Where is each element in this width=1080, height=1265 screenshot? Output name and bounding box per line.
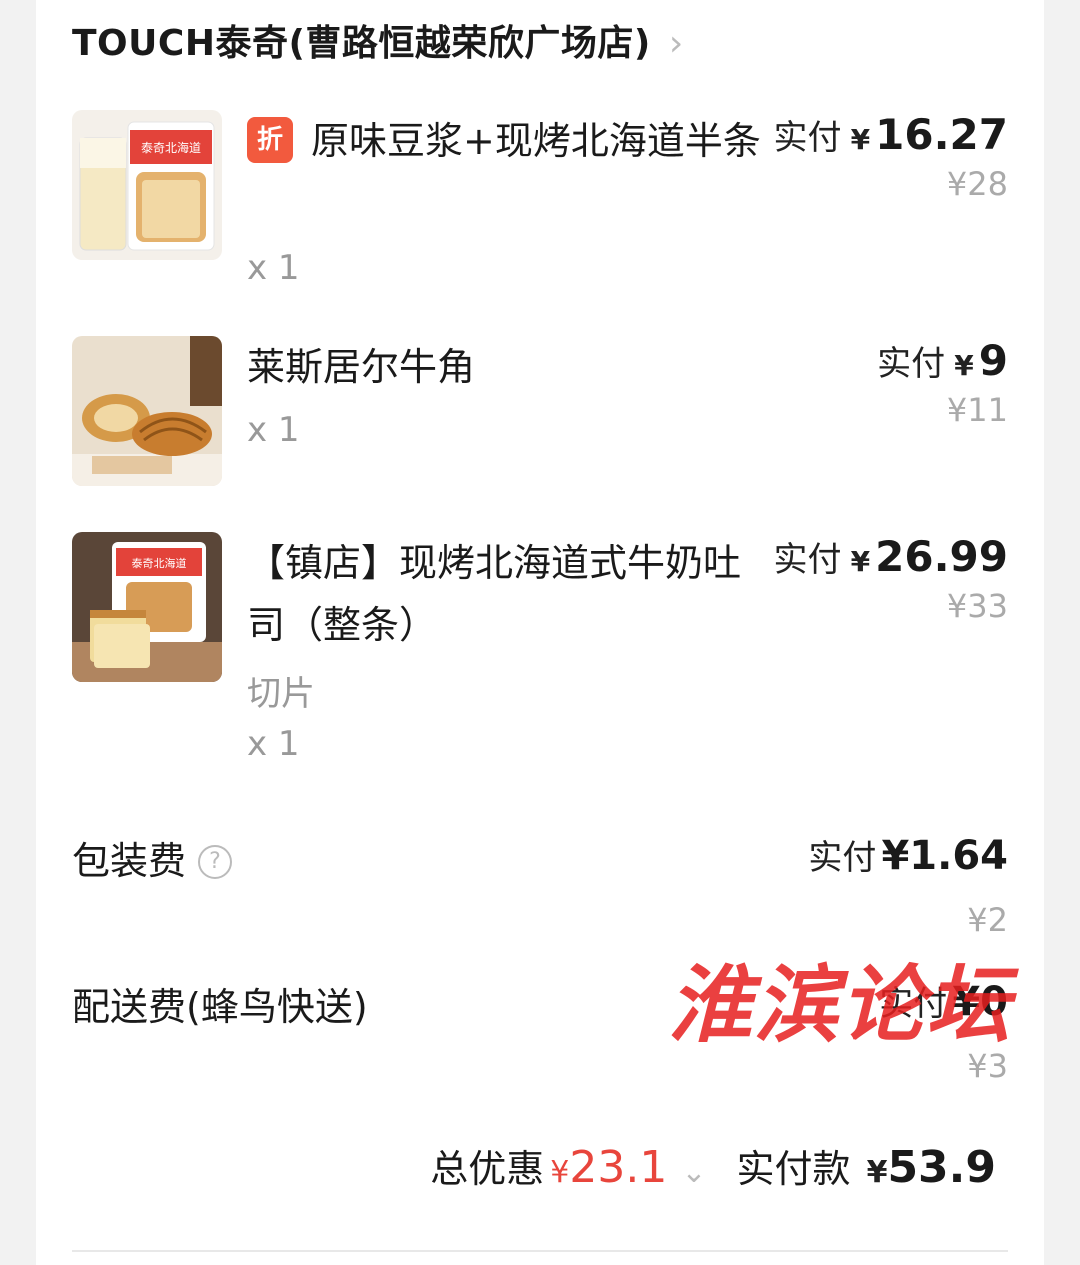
- paid-label: 实付: [808, 838, 877, 878]
- item-price: 实付 ¥ 16.27 ¥28: [773, 110, 1008, 203]
- total-label: 实付款: [736, 1147, 851, 1191]
- product-image: [72, 336, 222, 486]
- currency-symbol: ¥: [850, 545, 871, 578]
- item-spec: 切片: [247, 674, 315, 714]
- chevron-down-icon[interactable]: ⌄: [681, 1155, 706, 1190]
- order-item[interactable]: 莱斯居尔牛角 x 1 实付 ¥ 9 ¥11: [72, 336, 1008, 496]
- store-header[interactable]: TOUCH泰奇(曹路恒越荣欣广场店) ›: [72, 14, 684, 66]
- item-quantity: x 1: [247, 724, 300, 764]
- currency-symbol: ¥: [850, 123, 871, 156]
- order-summary: 总优惠 ¥23.1 ⌄ 实付款 ¥53.9: [430, 1138, 996, 1193]
- total-currency: ¥: [866, 1155, 888, 1190]
- fee-label: 包装费: [72, 839, 187, 883]
- original-price: ¥33: [946, 587, 1008, 625]
- original-price: ¥28: [946, 165, 1008, 203]
- discount-label: 总优惠: [430, 1147, 545, 1191]
- svg-text:泰奇北海道: 泰奇北海道: [132, 556, 187, 570]
- order-card: TOUCH泰奇(曹路恒越荣欣广场店) › 泰奇北海道 折原味豆浆+现烤北海道半条 …: [36, 0, 1044, 1265]
- item-name: 莱斯居尔牛角: [247, 345, 476, 389]
- paid-amount: 26.99: [875, 532, 1008, 581]
- discount-currency: ¥: [550, 1155, 570, 1190]
- watermark: 淮滨论坛: [668, 955, 1013, 1054]
- product-image: 泰奇北海道: [72, 532, 222, 682]
- packaging-fee-row: 包装费? 实付 ¥1.64 ¥2: [72, 830, 1008, 940]
- paid-amount: ¥1.64: [881, 833, 1008, 879]
- paid-label: 实付: [773, 540, 842, 580]
- paid-amount: 9: [978, 336, 1008, 385]
- discount-amount: 23.1: [569, 1142, 668, 1193]
- original-price: ¥11: [946, 391, 1008, 429]
- paid-amount: 16.27: [875, 110, 1008, 159]
- total-amount: 53.9: [887, 1142, 996, 1193]
- svg-text:泰奇北海道: 泰奇北海道: [141, 140, 201, 155]
- fee-price: 实付 ¥1.64 ¥2: [808, 830, 1008, 939]
- currency-symbol: ¥: [954, 349, 974, 382]
- paid-label: 实付: [877, 344, 946, 384]
- store-name: TOUCH泰奇(曹路恒越荣欣广场店): [72, 23, 651, 64]
- help-icon[interactable]: ?: [198, 845, 233, 879]
- product-image: 泰奇北海道: [72, 110, 222, 260]
- fee-label: 配送费(蜂鸟快送): [72, 985, 368, 1029]
- divider: [72, 1250, 1008, 1252]
- discount-badge: 折: [247, 117, 293, 163]
- item-name: 【镇店】现烤北海道式牛奶吐司（整条）: [247, 541, 742, 647]
- original-price: ¥2: [967, 901, 1008, 939]
- order-item[interactable]: 泰奇北海道 折原味豆浆+现烤北海道半条 x 1 实付 ¥ 16.27 ¥28: [72, 110, 1008, 310]
- order-item[interactable]: 泰奇北海道 【镇店】现烤北海道式牛奶吐司（整条） 切片 x 1 实付 ¥ 26.…: [72, 532, 1008, 772]
- item-quantity: x 1: [247, 410, 300, 450]
- item-name: 原味豆浆+现烤北海道半条: [311, 119, 761, 163]
- item-price: 实付 ¥ 26.99 ¥33: [773, 532, 1008, 625]
- item-price: 实付 ¥ 9 ¥11: [877, 336, 1008, 429]
- chevron-right-icon: ›: [668, 23, 684, 64]
- paid-label: 实付: [773, 118, 842, 158]
- item-quantity: x 1: [247, 248, 300, 288]
